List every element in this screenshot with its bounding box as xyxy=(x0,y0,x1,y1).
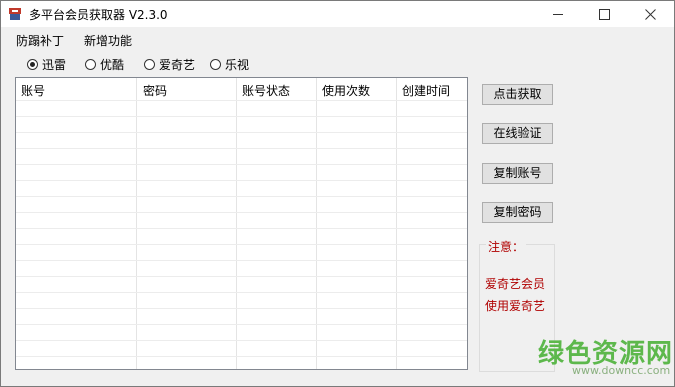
account-table[interactable]: 账号 密码 账号状态 使用次数 创建时间 xyxy=(15,77,468,370)
row-divider xyxy=(16,228,467,229)
column-divider xyxy=(396,78,397,369)
menu-anti-patch[interactable]: 防蹋补丁 xyxy=(16,32,64,49)
column-header-password[interactable]: 密码 xyxy=(143,82,167,99)
row-divider xyxy=(16,180,467,181)
notice-line: 使用爱奇艺 xyxy=(485,299,546,313)
column-divider xyxy=(136,78,137,369)
radio-youku[interactable]: 优酷 xyxy=(85,56,124,73)
row-divider xyxy=(16,292,467,293)
column-header-use-count[interactable]: 使用次数 xyxy=(322,82,370,99)
row-divider xyxy=(16,148,467,149)
menu-bar: 防蹋补丁 新增功能 xyxy=(1,27,674,51)
row-divider xyxy=(16,164,467,165)
watermark-url: www.downcc.com xyxy=(572,364,671,377)
column-header-account[interactable]: 账号 xyxy=(21,82,45,99)
row-divider xyxy=(16,340,467,341)
close-icon xyxy=(644,8,656,20)
radio-unchecked-icon xyxy=(85,59,96,70)
copy-account-button[interactable]: 复制账号 xyxy=(482,163,553,184)
row-divider xyxy=(16,244,467,245)
radio-checked-icon xyxy=(27,59,38,70)
column-divider xyxy=(316,78,317,369)
app-logo-icon xyxy=(9,8,21,20)
column-header-status[interactable]: 账号状态 xyxy=(242,82,290,99)
column-divider xyxy=(236,78,237,369)
radio-unchecked-icon xyxy=(210,59,221,70)
window-title: 多平台会员获取器 V2.3.0 xyxy=(29,8,168,22)
row-divider xyxy=(16,276,467,277)
title-bar[interactable]: 多平台会员获取器 V2.3.0 xyxy=(1,1,674,27)
minimize-button[interactable] xyxy=(535,1,581,27)
fetch-button[interactable]: 点击获取 xyxy=(482,84,553,105)
row-divider xyxy=(16,116,467,117)
notice-title: 注意： xyxy=(486,238,527,255)
copy-password-button[interactable]: 复制密码 xyxy=(482,202,553,223)
notice-line: 爱奇艺会员 xyxy=(485,277,546,291)
row-divider xyxy=(16,132,467,133)
row-divider xyxy=(16,196,467,197)
radio-unchecked-icon xyxy=(144,59,155,70)
close-button[interactable] xyxy=(627,1,673,27)
row-divider xyxy=(16,260,467,261)
app-window: 多平台会员获取器 V2.3.0 防蹋补丁 新增功能 迅雷 优酷 爱奇艺 乐视 账… xyxy=(0,0,675,387)
maximize-icon xyxy=(598,8,610,20)
radio-xunlei[interactable]: 迅雷 xyxy=(27,56,66,73)
column-header-created-time[interactable]: 创建时间 xyxy=(402,82,450,99)
menu-new-features[interactable]: 新增功能 xyxy=(84,32,132,49)
radio-iqiyi[interactable]: 爱奇艺 xyxy=(144,56,195,73)
row-divider xyxy=(16,324,467,325)
maximize-button[interactable] xyxy=(581,1,627,27)
row-divider xyxy=(16,308,467,309)
radio-letv[interactable]: 乐视 xyxy=(210,56,249,73)
row-divider xyxy=(16,212,467,213)
verify-online-button[interactable]: 在线验证 xyxy=(482,123,553,144)
row-divider xyxy=(16,356,467,357)
row-divider xyxy=(16,100,467,101)
minimize-icon xyxy=(553,13,563,15)
